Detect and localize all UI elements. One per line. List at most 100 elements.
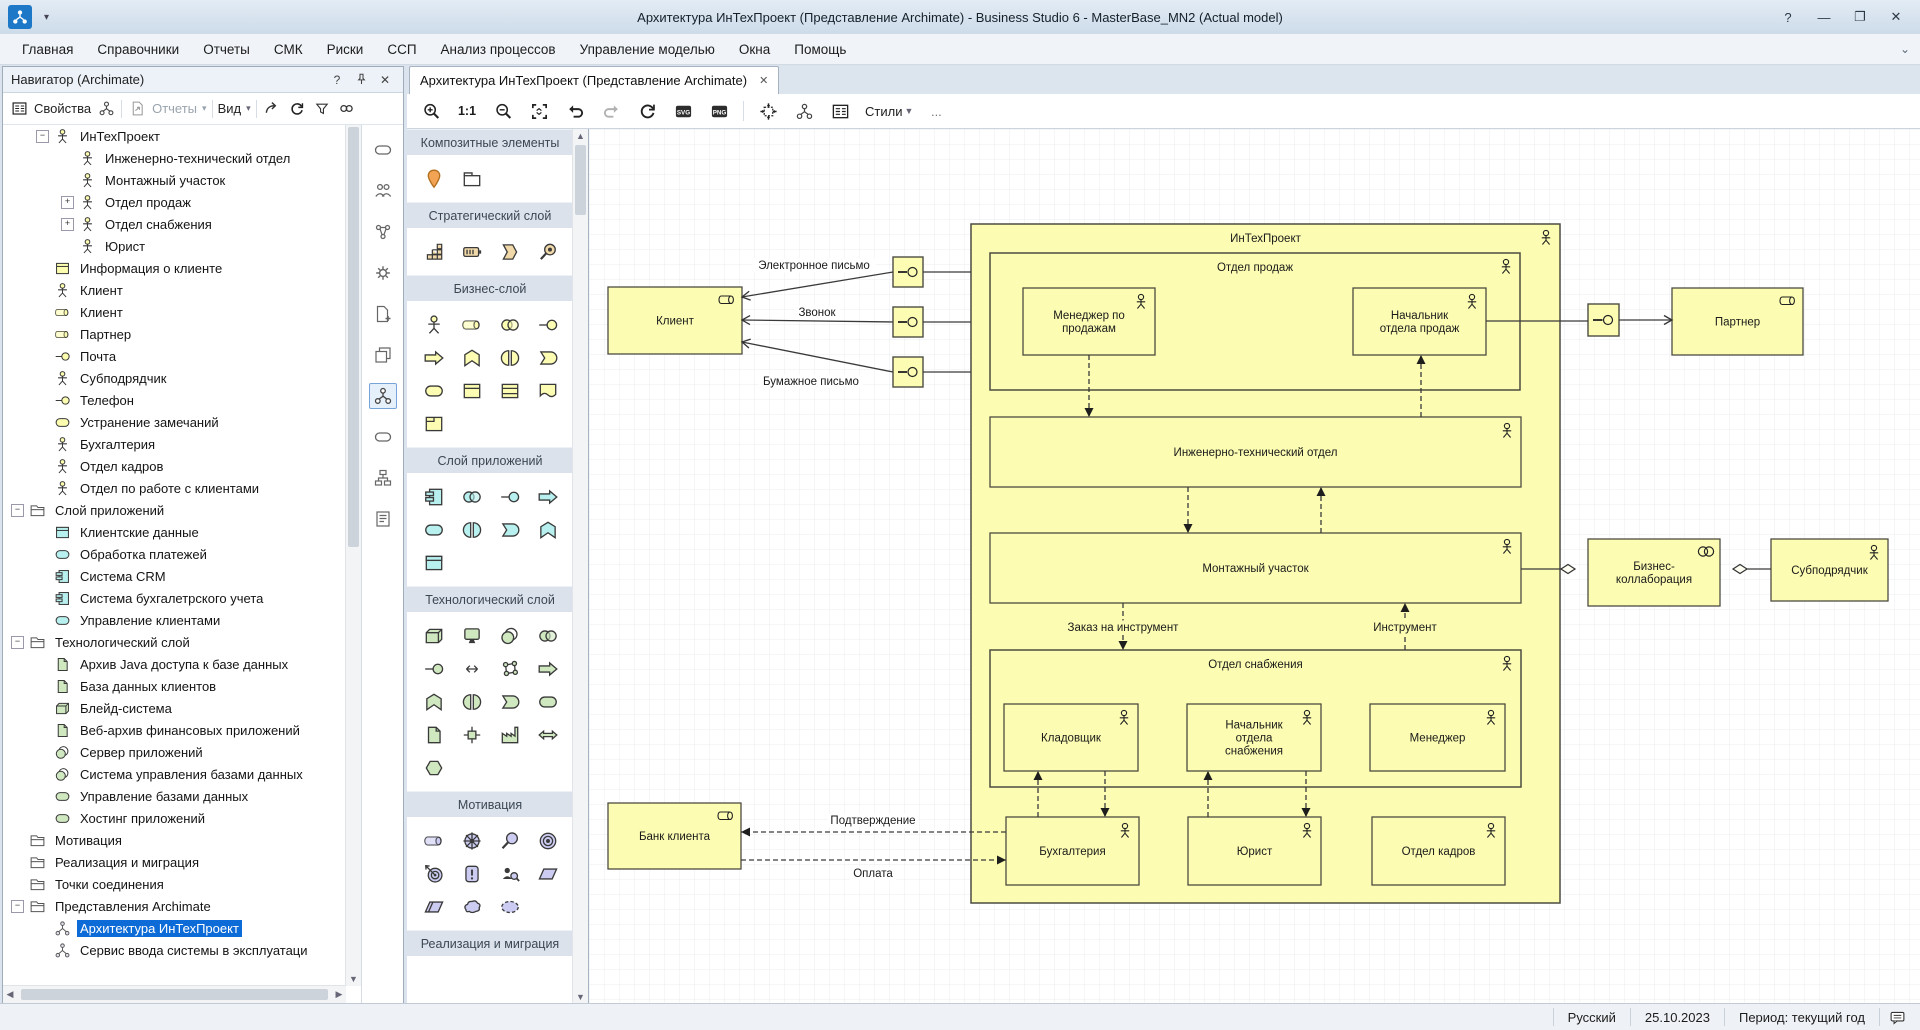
reports-icon[interactable] bbox=[127, 99, 147, 119]
tree-item-сервис-ввода-системы-в-эксплуатаци[interactable]: Сервис ввода системы в эксплуатаци bbox=[3, 939, 346, 961]
palette-appraisal-icon[interactable] bbox=[491, 857, 529, 890]
tree-item-устранение-замечаний[interactable]: Устранение замечаний bbox=[3, 411, 346, 433]
palette-function-icon[interactable] bbox=[529, 513, 567, 546]
node-lawyer[interactable]: Юрист bbox=[1188, 817, 1321, 885]
tree-item-клиентские-данные[interactable]: Клиентские данные bbox=[3, 521, 346, 543]
diagram-canvas[interactable]: ИнТехПроектОтдел продажОтдел снабженияКл… bbox=[589, 129, 1920, 1004]
palette-collaboration-icon[interactable] bbox=[491, 308, 529, 341]
palette-section-header[interactable]: Технологический слой bbox=[407, 586, 573, 612]
palette-object-icon[interactable] bbox=[453, 374, 491, 407]
node-sales-manager[interactable]: Менеджер попродажам bbox=[1023, 288, 1155, 355]
palette-equipment-icon[interactable] bbox=[529, 718, 567, 751]
palette-service-icon[interactable] bbox=[415, 374, 453, 407]
doc-plus-tab-icon[interactable] bbox=[369, 301, 397, 327]
tree-item-технологический-слой[interactable]: −Технологический слой bbox=[3, 631, 346, 653]
palette-scroll-up-icon[interactable]: ▲ bbox=[573, 129, 588, 143]
tree-item-реализация-и-миграция[interactable]: Реализация и миграция bbox=[3, 851, 346, 873]
palette-service-icon[interactable] bbox=[529, 685, 567, 718]
hierarchy-tab-icon[interactable] bbox=[369, 465, 397, 491]
node-if-paper[interactable] bbox=[893, 357, 923, 387]
fit-content-icon[interactable] bbox=[752, 98, 784, 124]
palette-outcome-icon[interactable] bbox=[415, 857, 453, 890]
tree-expander-icon[interactable]: + bbox=[61, 218, 74, 231]
scroll-right-icon[interactable]: ▶ bbox=[332, 988, 346, 1002]
undo-icon[interactable] bbox=[559, 98, 591, 124]
tree-item-хостинг-приложений[interactable]: Хостинг приложений bbox=[3, 807, 346, 829]
palette-component-icon[interactable] bbox=[415, 480, 453, 513]
palette-section-header[interactable]: Бизнес-слой bbox=[407, 275, 573, 301]
svg-export-icon[interactable]: SVG bbox=[667, 98, 699, 124]
palette-path-icon[interactable] bbox=[453, 652, 491, 685]
palette-facility-icon[interactable] bbox=[491, 718, 529, 751]
palette-process-icon[interactable] bbox=[529, 652, 567, 685]
tree-expander-icon[interactable]: − bbox=[36, 130, 49, 143]
palette-process-icon[interactable] bbox=[415, 341, 453, 374]
palette-interface-icon[interactable] bbox=[491, 480, 529, 513]
tree-item-управление-клиентами[interactable]: Управление клиентами bbox=[3, 609, 346, 631]
palette-product-icon[interactable] bbox=[415, 407, 453, 440]
palette-location-icon[interactable] bbox=[415, 162, 453, 195]
tree-item-отдел-кадров[interactable]: Отдел кадров bbox=[3, 455, 346, 477]
tree-item-информация-о-клиенте[interactable]: Информация о клиенте bbox=[3, 257, 346, 279]
palette-goal-icon[interactable] bbox=[529, 824, 567, 857]
tree-item-слой-приложений[interactable]: −Слой приложений bbox=[3, 499, 346, 521]
tree-item-инженерно-технический-отдел[interactable]: Инженерно-технический отдел bbox=[3, 147, 346, 169]
menu-управление-моделью[interactable]: Управление моделью bbox=[568, 37, 727, 62]
palette-value-icon[interactable] bbox=[491, 890, 529, 923]
menu-смк[interactable]: СМК bbox=[262, 37, 315, 62]
tree-item-точки-соединения[interactable]: Точки соединения bbox=[3, 873, 346, 895]
fit-screen-icon[interactable] bbox=[523, 98, 555, 124]
palette-assessment-icon[interactable] bbox=[491, 824, 529, 857]
network-tab-icon[interactable] bbox=[369, 219, 397, 245]
tree-item-веб-архив-финансовых-приложений[interactable]: Веб-архив финансовых приложений bbox=[3, 719, 346, 741]
tree-item-система-бухгалетрского-учета[interactable]: Система бухгалетрского учета bbox=[3, 587, 346, 609]
navigator-help-icon[interactable]: ? bbox=[327, 71, 347, 89]
scroll-left-icon[interactable]: ◀ bbox=[3, 988, 17, 1002]
tree-item-монтажный-участок[interactable]: Монтажный участок bbox=[3, 169, 346, 191]
view-button[interactable]: Вид bbox=[218, 101, 242, 116]
tree-item-архитектура-интехпроект[interactable]: Архитектура ИнТехПроект bbox=[3, 917, 346, 939]
tree-item-интехпроект[interactable]: −ИнТехПроект bbox=[3, 125, 346, 147]
menu-помощь[interactable]: Помощь bbox=[782, 37, 858, 62]
palette-stakeholder-icon[interactable] bbox=[415, 824, 453, 857]
tree-horizontal-scrollbar[interactable]: ◀ ▶ bbox=[3, 985, 346, 1003]
tree-item-база-данных-клиентов[interactable]: База данных клиентов bbox=[3, 675, 346, 697]
node-client[interactable]: Клиент bbox=[608, 287, 742, 354]
menu-отчеты[interactable]: Отчеты bbox=[191, 37, 262, 62]
menu-анализ-процессов[interactable]: Анализ процессов bbox=[429, 37, 568, 62]
relations-tab-icon[interactable] bbox=[369, 383, 397, 409]
menu-риски[interactable]: Риски bbox=[315, 37, 376, 62]
quick-access-caret-icon[interactable]: ▾ bbox=[44, 12, 49, 23]
node-client-bank[interactable]: Банк клиента bbox=[608, 803, 741, 869]
redo-icon[interactable] bbox=[595, 98, 627, 124]
palette-collaboration-icon[interactable] bbox=[529, 619, 567, 652]
palette-principle-icon[interactable] bbox=[453, 857, 491, 890]
palette-material-icon[interactable] bbox=[415, 751, 453, 784]
node-manager[interactable]: Менеджер bbox=[1370, 704, 1505, 771]
node-accounting[interactable]: Бухгалтерия bbox=[1006, 817, 1139, 885]
palette-scrollbar[interactable]: ▲ ▼ bbox=[572, 129, 588, 1004]
tree-expander-icon[interactable]: − bbox=[11, 636, 24, 649]
palette-distribution-icon[interactable] bbox=[453, 718, 491, 751]
palette-requirement-icon[interactable] bbox=[529, 857, 567, 890]
palette-role-icon[interactable] bbox=[453, 308, 491, 341]
tree-item-мотивация[interactable]: Мотивация bbox=[3, 829, 346, 851]
node-partner[interactable]: Партнер bbox=[1672, 288, 1803, 355]
scroll-down-icon[interactable]: ▼ bbox=[346, 972, 361, 986]
oval-tab-icon[interactable] bbox=[369, 424, 397, 450]
help-button[interactable]: ? bbox=[1770, 5, 1806, 29]
palette-scroll-down-icon[interactable]: ▼ bbox=[573, 990, 588, 1004]
palette-contract-icon[interactable] bbox=[491, 374, 529, 407]
tree-item-представления-archimate[interactable]: −Представления Archimate bbox=[3, 895, 346, 917]
language-indicator[interactable]: Русский bbox=[1553, 1008, 1630, 1026]
tree-item-телефон[interactable]: Телефон bbox=[3, 389, 346, 411]
tree-expander-icon[interactable]: − bbox=[11, 900, 24, 913]
note-tab-icon[interactable] bbox=[369, 506, 397, 532]
palette-function-icon[interactable] bbox=[453, 341, 491, 374]
node-assembly[interactable]: Монтажный участок bbox=[990, 533, 1521, 603]
hierarchy-icon[interactable] bbox=[788, 98, 820, 124]
tree-item-клиент[interactable]: Клиент bbox=[3, 279, 346, 301]
png-export-icon[interactable]: PNG bbox=[703, 98, 735, 124]
tree-item-система-crm[interactable]: Система CRM bbox=[3, 565, 346, 587]
tree-item-юрист[interactable]: Юрист bbox=[3, 235, 346, 257]
